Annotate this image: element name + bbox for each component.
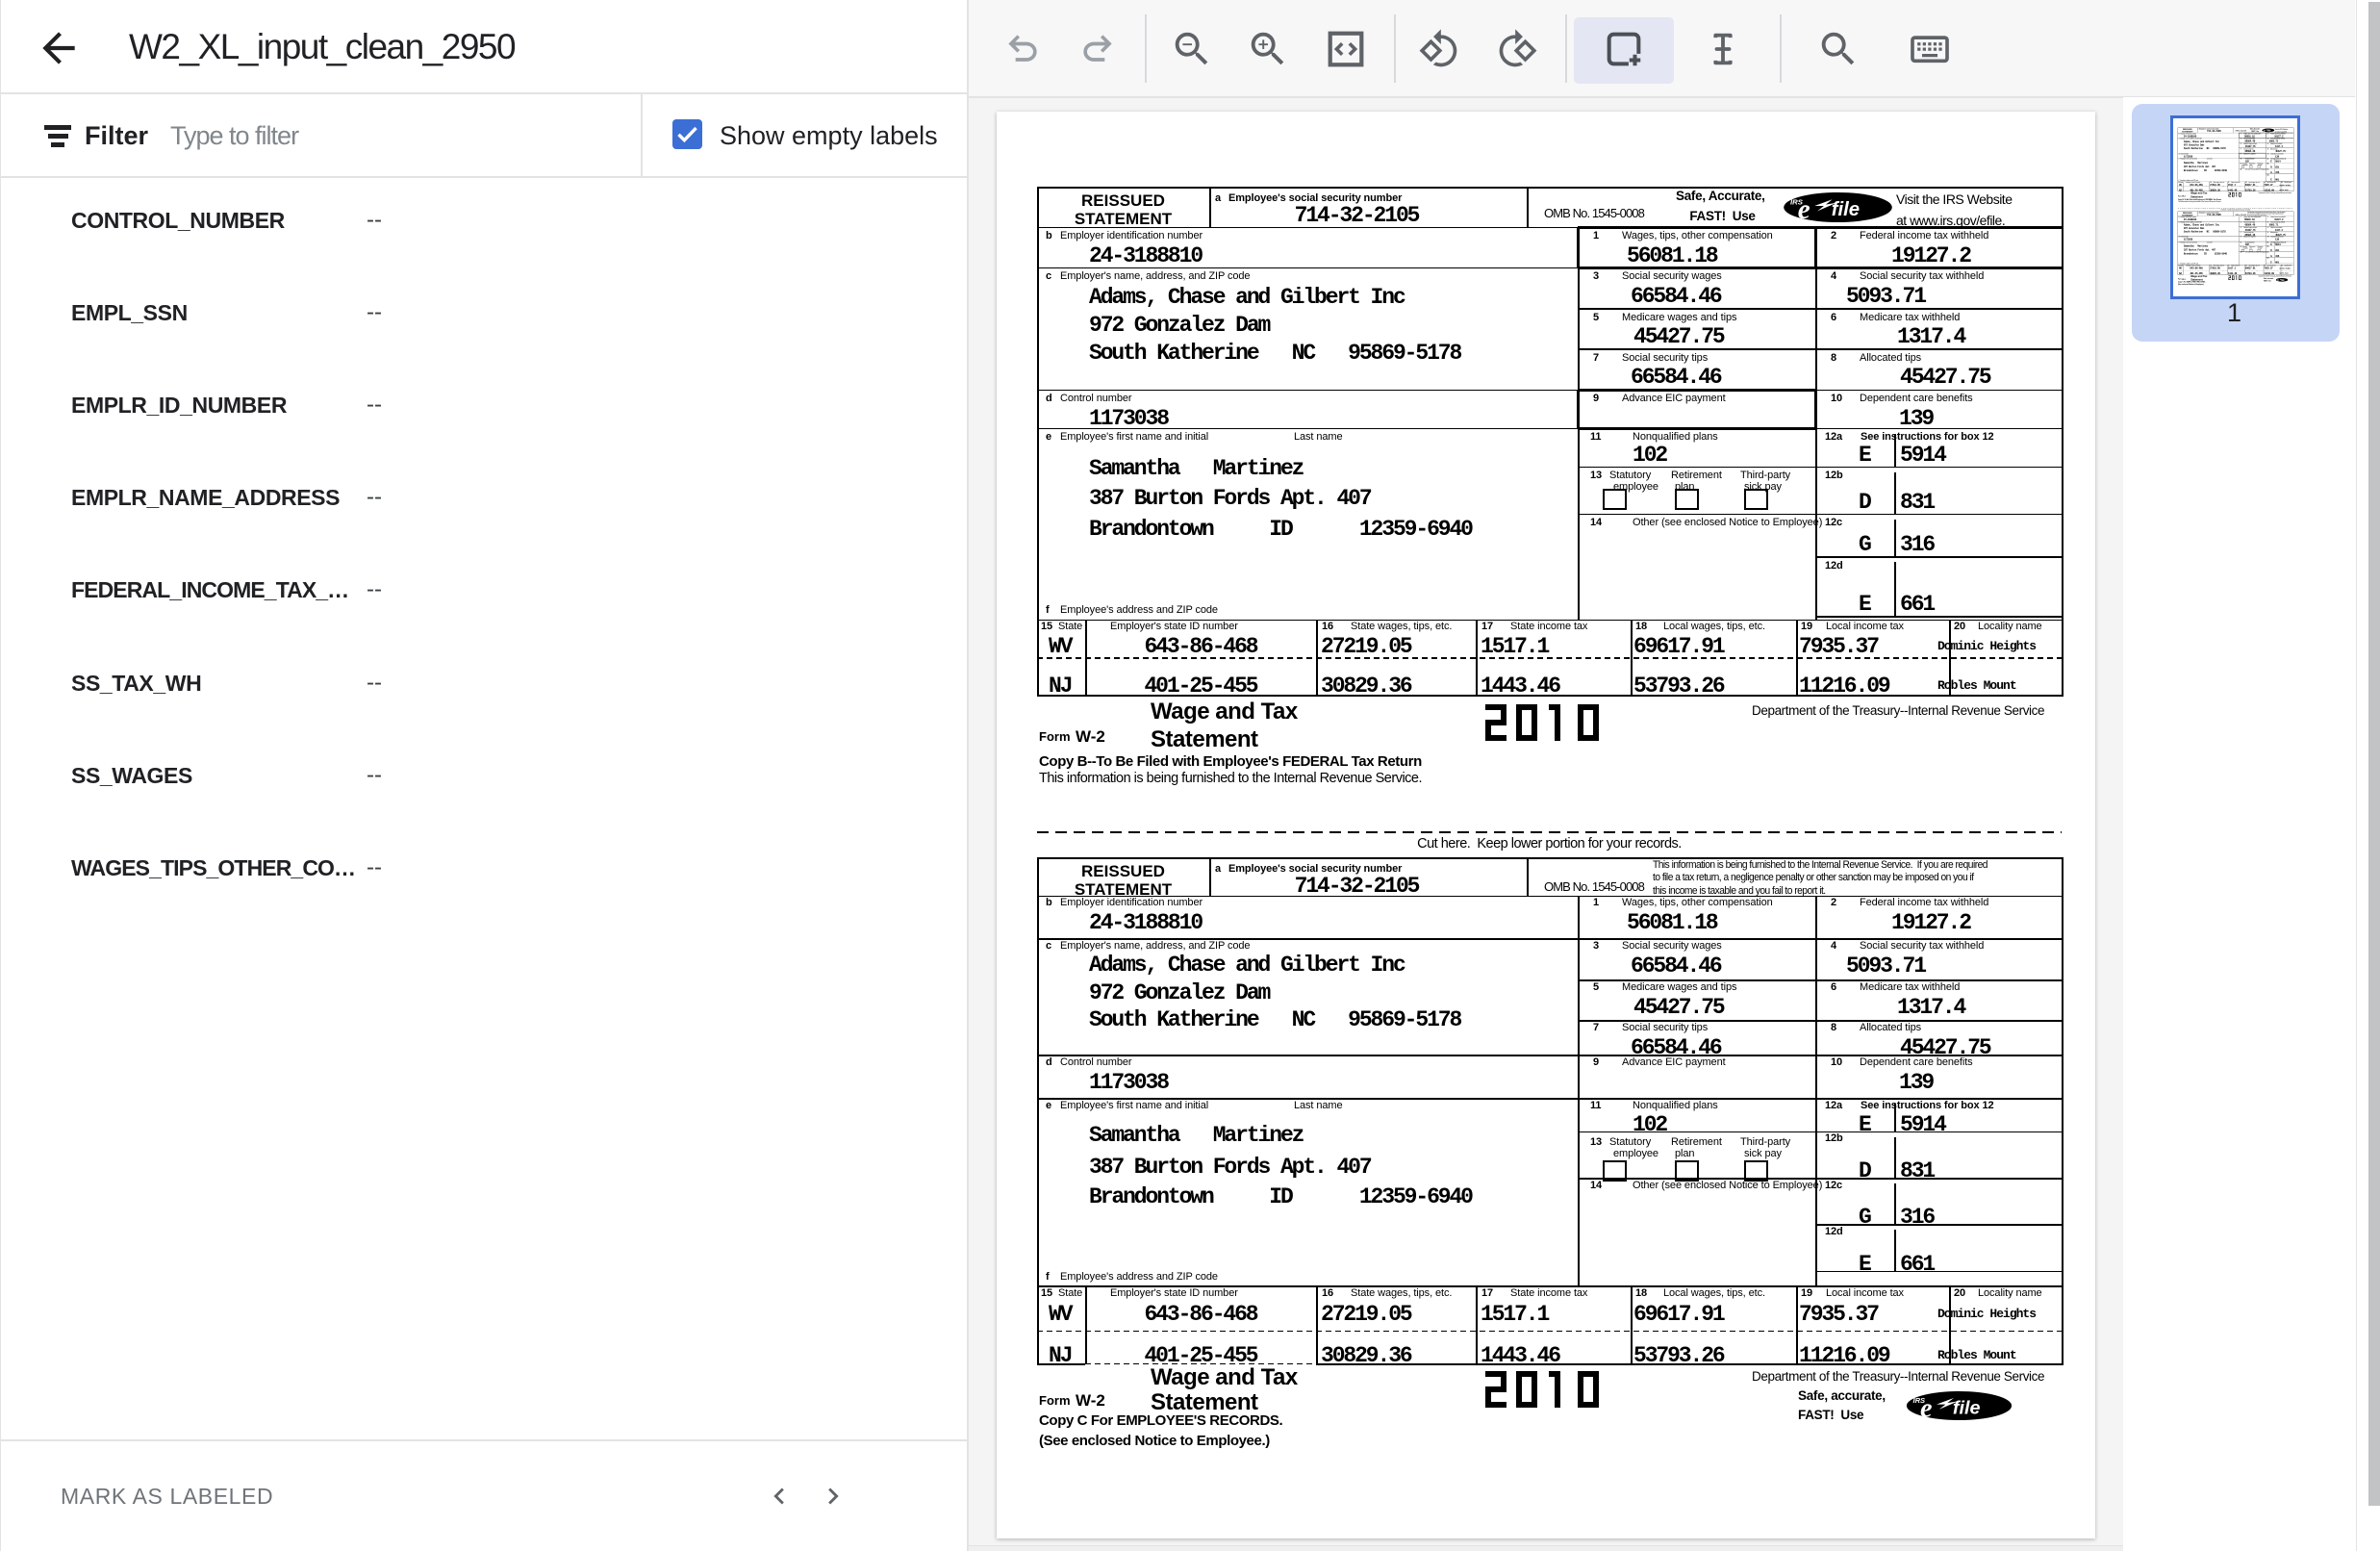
svg-text:e: e [1798, 194, 1810, 223]
svg-text:file: file [1832, 199, 1860, 220]
svg-text:e: e [1920, 1393, 1933, 1421]
svg-text:file: file [1953, 1397, 1981, 1418]
